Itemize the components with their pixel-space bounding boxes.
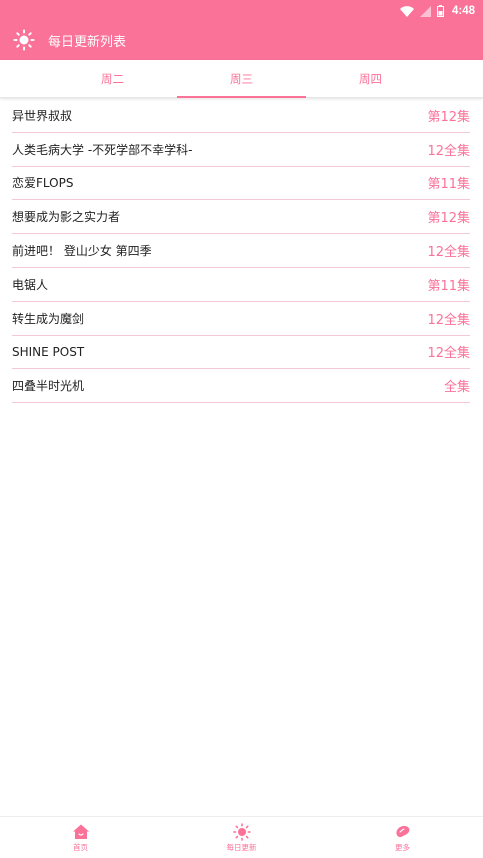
episode-badge: 12全集 [427,245,470,261]
nav-home[interactable]: 首页 [0,817,161,858]
nav-daily-update[interactable]: 每日更新 [161,817,322,858]
nav-more[interactable]: 更多 [322,817,483,858]
battery-icon [436,5,444,17]
episode-badge: 12全集 [427,143,470,159]
day-tabs: 周二 周三 周四 [0,60,483,98]
episode-badge: 第11集 [427,278,470,294]
wifi-icon [399,5,414,17]
tab-thursday[interactable]: 周四 [306,60,435,97]
episode-badge: 12全集 [427,346,470,362]
sun-icon[interactable] [13,29,35,51]
anime-title: 电锯人 [12,277,49,292]
list-item[interactable]: 电锯人 第11集 [12,268,470,302]
list-item[interactable]: 想要成为影之实力者 第12集 [12,200,470,235]
home-icon [72,824,89,839]
anime-title: 想要成为影之实力者 [12,210,121,225]
episode-badge: 第12集 [427,109,470,125]
tab-tuesday[interactable]: 周二 [48,60,177,97]
sun-icon [232,822,251,841]
page-title: 每日更新列表 [48,34,127,50]
episode-badge: 第12集 [427,211,470,227]
list-item[interactable]: 人类毛病大学 -不死学部不幸学科- 12全集 [12,133,470,167]
tab-wednesday[interactable]: 周三 [177,60,306,98]
anime-title: 四叠半时光机 [12,379,85,394]
bottom-navigation: 首页 每日更新 更多 [0,816,483,858]
list-item[interactable]: 前进吧！ 登山少女 第四季 12全集 [12,234,470,268]
status-bar: 4:48 [399,2,475,20]
list-item[interactable]: 异世界叔叔 第12集 [12,99,470,133]
more-bean-icon [395,825,409,837]
signal-icon [419,5,431,17]
episode-badge: 12全集 [427,312,470,328]
anime-title: 前进吧！ 登山少女 第四季 [12,244,152,259]
anime-title: 转生成为魔剑 [12,311,85,326]
episode-badge: 第11集 [427,177,470,193]
anime-title: 异世界叔叔 [12,108,73,123]
episode-badge: 全集 [443,380,470,396]
status-time: 4:48 [451,5,475,17]
anime-title: 恋爱FLOPS [12,176,74,191]
nav-daily-update-label: 每日更新 [226,842,257,852]
update-list: 异世界叔叔 第12集 人类毛病大学 -不死学部不幸学科- 12全集 恋爱FLOP… [12,99,470,404]
anime-title: SHINE POST [12,344,85,359]
list-item[interactable]: 恋爱FLOPS 第11集 [12,167,470,201]
nav-home-label: 首页 [73,842,88,852]
anime-title: 人类毛病大学 -不死学部不幸学科- [12,142,193,157]
toolbar: 每日更新列表 [0,24,483,56]
list-item[interactable]: 转生成为魔剑 12全集 [12,302,470,336]
list-item[interactable]: 四叠半时光机 全集 [12,369,470,404]
app-bar: 4:48 每日更新列表 [0,0,483,60]
list-item[interactable]: SHINE POST 12全集 [12,336,470,370]
nav-more-label: 更多 [395,842,410,852]
